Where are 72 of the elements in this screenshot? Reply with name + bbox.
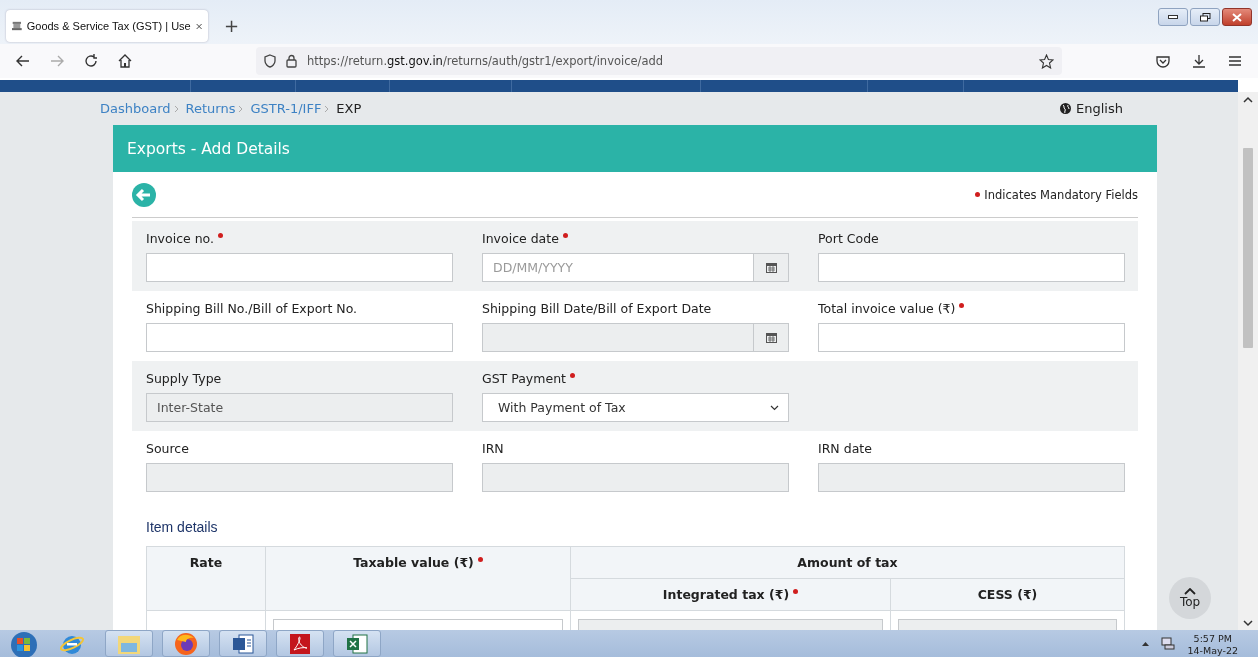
close-button[interactable] <box>1222 8 1252 26</box>
emblem-icon <box>12 20 22 32</box>
calendar-icon <box>765 332 777 343</box>
scroll-up-icon[interactable] <box>1243 96 1253 103</box>
column-header: CESS (₹) <box>977 587 1038 602</box>
tray-expand-icon[interactable] <box>1142 641 1150 646</box>
scroll-down-icon[interactable] <box>1243 620 1253 627</box>
column-header: Rate <box>189 555 223 570</box>
field-label: IRN date <box>818 441 872 456</box>
chevron-icon <box>238 104 244 113</box>
reload-icon[interactable] <box>84 54 98 68</box>
firefox-icon[interactable] <box>174 631 198 656</box>
field-label: Invoice date <box>482 231 559 246</box>
input-field[interactable] <box>146 253 453 282</box>
clock-date: 14-May-22 <box>1187 644 1238 657</box>
chevron-icon <box>173 104 179 113</box>
forward-icon[interactable] <box>50 55 64 67</box>
menu-icon[interactable] <box>1228 55 1242 67</box>
field-label: Shipping Bill No./Bill of Export No. <box>146 301 358 316</box>
input-field[interactable] <box>146 323 453 352</box>
minimize-button[interactable] <box>1158 8 1188 26</box>
document-icon[interactable] <box>231 632 255 655</box>
close-icon[interactable] <box>195 21 202 31</box>
pocket-icon[interactable] <box>1156 54 1170 68</box>
field-label: Supply Type <box>146 371 222 386</box>
clock-time: 5:57 PM <box>1193 632 1232 645</box>
required-mark <box>975 192 981 197</box>
restore-icon <box>1199 12 1211 22</box>
chevron-icon <box>324 104 330 113</box>
input-field[interactable] <box>818 323 1125 352</box>
field-label: Source <box>146 441 189 456</box>
back-to-top-button[interactable]: Top <box>1169 577 1211 619</box>
back-icon[interactable] <box>16 55 30 67</box>
calendar-icon <box>765 262 777 273</box>
restore-button[interactable] <box>1190 8 1220 26</box>
globe-icon <box>1060 103 1072 114</box>
bookmark-star-icon[interactable] <box>1039 53 1054 69</box>
browser-tab[interactable]: Goods & Service Tax (GST) | Use <box>6 10 208 42</box>
input-field[interactable] <box>818 253 1125 282</box>
section-title: Item details <box>146 519 218 535</box>
card-title: Exports - Add Details <box>127 139 290 158</box>
date-field[interactable]: DD/MM/YYYY <box>482 253 789 282</box>
address-bar[interactable]: https://return.gst.gov.in/returns/auth/gstr1/export/invoice/add <box>256 47 1062 75</box>
lock-icon <box>286 54 297 68</box>
close-icon <box>1232 12 1242 22</box>
field-label: Shipping Bill Date/Bill of Export Date <box>482 301 712 316</box>
field-label: IRN <box>482 441 504 456</box>
field-label: Invoice no. <box>146 231 214 246</box>
chevron-down-icon <box>770 404 779 411</box>
new-tab-button[interactable]: + <box>220 15 244 36</box>
shield-icon <box>264 54 276 68</box>
start-button[interactable] <box>8 630 40 657</box>
select-field[interactable]: With Payment of Tax <box>482 393 789 422</box>
spreadsheet-icon[interactable] <box>345 632 369 655</box>
column-header: Integrated tax (₹) <box>662 587 790 602</box>
pdf-icon[interactable] <box>288 632 312 655</box>
column-header: Amount of tax <box>797 555 898 570</box>
minimize-icon <box>1168 15 1178 19</box>
field-label: Port Code <box>818 231 879 246</box>
field-label: GST Payment <box>482 371 566 386</box>
home-icon[interactable] <box>118 54 132 68</box>
column-header: Taxable value (₹) <box>353 555 474 570</box>
url-text: https://return.gst.gov.in/returns/auth/gstr1/export/invoice/add <box>307 54 665 68</box>
chevron-up-icon <box>1184 587 1196 595</box>
language-selector[interactable]: English <box>1076 101 1123 116</box>
network-icon[interactable] <box>1161 637 1176 650</box>
scrollbar-thumb[interactable] <box>1243 148 1253 348</box>
tab-title: Goods & Service Tax (GST) | Use <box>26 20 191 32</box>
download-icon[interactable] <box>1192 54 1206 68</box>
mandatory-note: Indicates Mandatory Fields <box>984 187 1138 202</box>
scrollbar[interactable] <box>1238 92 1258 630</box>
field-label: Total invoice value (₹) <box>818 301 956 316</box>
